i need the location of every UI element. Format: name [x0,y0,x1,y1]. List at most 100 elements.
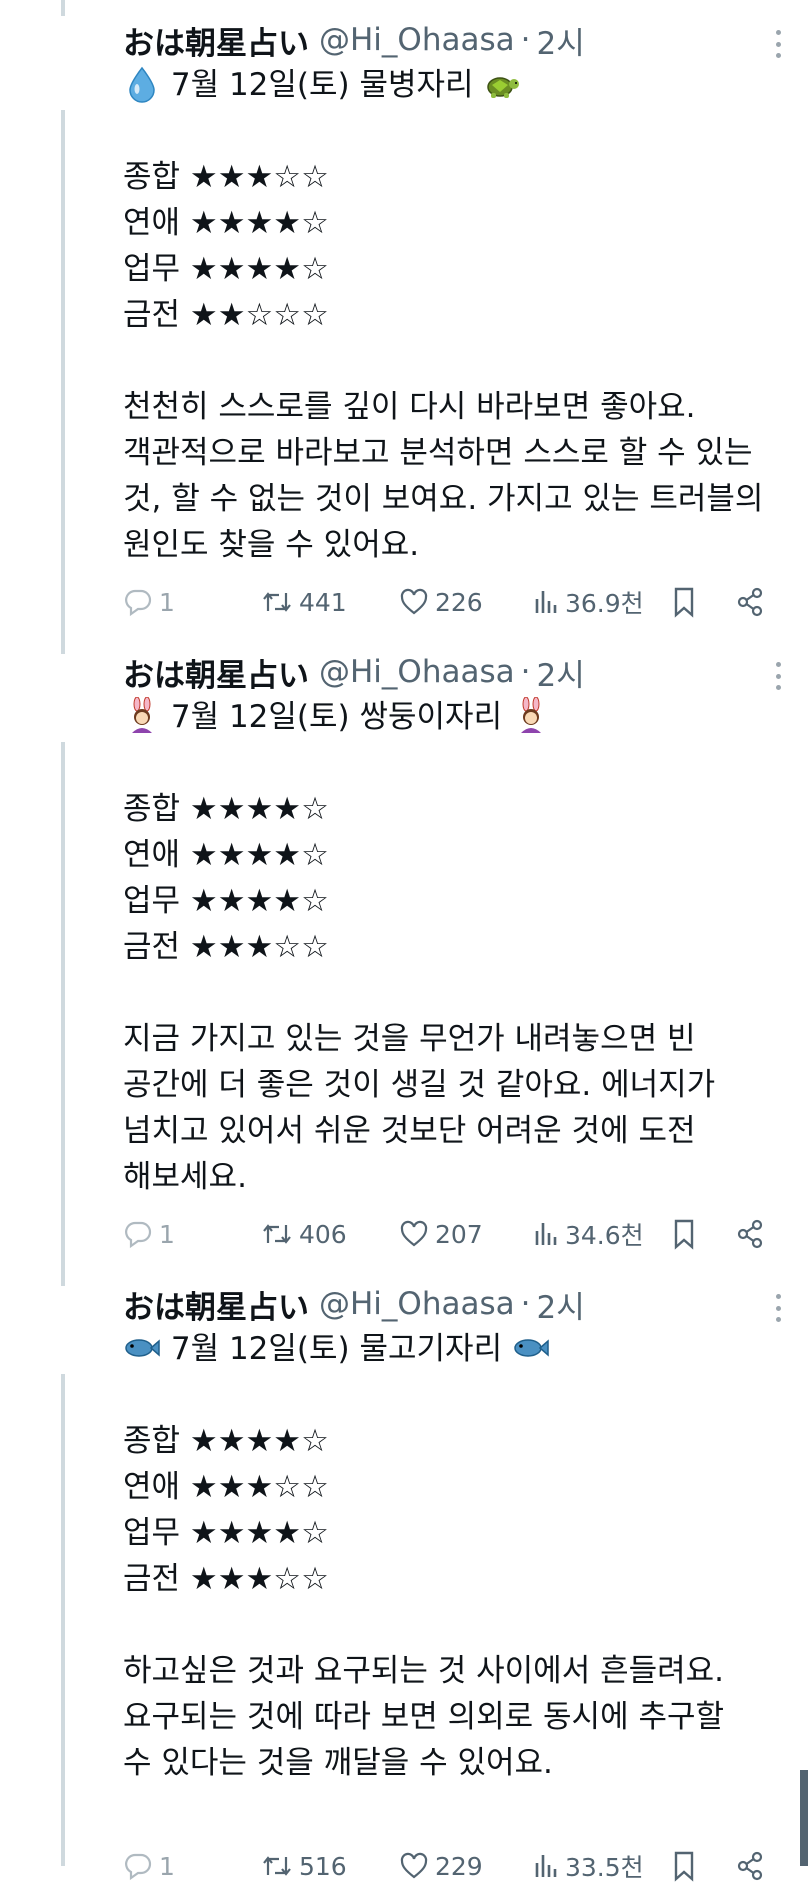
views-button[interactable]: 36.9천 [533,582,644,622]
views-icon [535,1855,557,1877]
reply-button[interactable]: 1 [123,1846,175,1886]
share-button[interactable] [735,582,765,622]
rating-row: 금전 ★★☆☆☆ [123,292,803,338]
rating-row: 금전 ★★★☆☆ [123,924,803,970]
tweet-timestamp[interactable]: 2시 [536,650,584,695]
rating-stars: ★★★★☆ [189,837,329,873]
text-line: 원인도 찾을 수 있어요. [123,527,420,563]
action-bar: 1 441 226 36.9천 [123,582,773,622]
rating-label: 금전 [123,1561,181,1597]
text-line: 것, 할 수 없는 것이 보여요. 가지고 있는 트러블의 [123,481,764,517]
views-button[interactable]: 33.5천 [533,1846,644,1886]
thread-line [61,0,65,16]
retweet-button[interactable]: 441 [261,582,347,622]
tweet-text: 7월 12일(토) 물병자리 종합 ★★★☆☆ 연애 ★★★★☆ 업무 ★★★★… [123,62,803,568]
bunny-girls-icon [123,696,161,735]
tweet-header: おは朝星占い @Hi_Ohaasa · 2시 [123,18,793,62]
text-line: 객관적으로 바라보고 분석하면 스스로 할 수 있는 [123,435,753,471]
share-button[interactable] [735,1214,765,1254]
thread-line [61,110,65,654]
heart-icon [400,1220,428,1247]
retweet-button[interactable]: 516 [261,1846,347,1886]
rating-stars: ★★★★☆ [189,1515,329,1551]
share-button[interactable] [735,1846,765,1886]
rating-row: 업무 ★★★★☆ [123,1510,803,1556]
tweet-timestamp[interactable]: 2시 [536,1282,584,1327]
rating-stars: ★★★★☆ [189,883,329,919]
tweet[interactable]: おは朝星占い @Hi_Ohaasa · 2시 7월 12일(토) 쌍둥이자리 종… [123,632,793,1264]
rating-stars: ★★★★☆ [189,205,329,241]
bookmark-button[interactable] [671,582,697,622]
share-icon [737,587,763,617]
rating-label: 종합 [123,159,181,195]
author-handle[interactable]: @Hi_Ohaasa [319,1286,515,1322]
tweet-timestamp[interactable]: 2시 [536,18,584,63]
rating-label: 종합 [123,1423,181,1459]
text-line: 수 있다는 것을 깨달을 수 있어요. [123,1745,553,1781]
rating-row: 종합 ★★★☆☆ [123,154,803,200]
bookmark-icon [674,1219,694,1250]
rating-stars: ★★☆☆☆ [189,297,329,333]
more-options-icon[interactable] [773,1294,783,1322]
like-button[interactable]: 207 [399,1214,483,1254]
author-name[interactable]: おは朝星占い [123,18,309,63]
views-button[interactable]: 34.6천 [533,1214,644,1254]
bookmark-icon [674,587,694,618]
view-count: 33.5천 [565,1853,644,1882]
reply-button[interactable]: 1 [123,1214,175,1254]
date-sign-line: 7월 12일(토) 물병자리 [170,67,474,103]
tweet[interactable]: おは朝星占い @Hi_Ohaasa · 2시 7월 12일(토) 물고기자리 종… [123,1264,793,1896]
thread-line [61,1374,65,1866]
rating-label: 금전 [123,929,181,965]
share-icon [737,1851,763,1881]
like-count: 207 [435,1219,483,1249]
retweet-icon [263,1224,291,1244]
retweet-count: 406 [299,1219,347,1249]
reply-icon [125,1221,152,1249]
tweet[interactable]: おは朝星占い @Hi_Ohaasa · 2시 7월 12일(토) 물병자리 종합… [123,0,793,632]
separator-dot: · [520,654,531,690]
rating-label: 업무 [123,883,181,919]
rating-row: 업무 ★★★★☆ [123,878,803,924]
tweet-text: 7월 12일(토) 물고기자리 종합 ★★★★☆ 연애 ★★★☆☆ 업무 ★★★… [123,1326,803,1786]
action-bar: 1 406 207 34.6천 [123,1214,773,1254]
rating-row: 연애 ★★★★☆ [123,200,803,246]
like-button[interactable]: 229 [399,1846,483,1886]
like-count: 229 [435,1851,483,1881]
more-options-icon[interactable] [773,30,783,58]
reply-button[interactable]: 1 [123,582,175,622]
retweet-button[interactable]: 406 [261,1214,347,1254]
rating-stars: ★★★☆☆ [189,929,329,965]
retweet-count: 441 [299,587,347,617]
more-options-icon[interactable] [773,662,783,690]
tweet-header: おは朝星占い @Hi_Ohaasa · 2시 [123,1282,793,1326]
author-name[interactable]: おは朝星占い [123,650,309,695]
rating-row: 종합 ★★★★☆ [123,786,803,832]
text-line: 공간에 더 좋은 것이 생길 것 같아요. 에너지가 [123,1067,716,1103]
action-bar: 1 516 229 33.5천 [123,1846,773,1886]
author-handle[interactable]: @Hi_Ohaasa [319,22,515,58]
retweet-icon [263,1856,291,1876]
rating-label: 연애 [123,1469,181,1505]
bookmark-button[interactable] [671,1846,697,1886]
rating-stars: ★★★☆☆ [189,1561,329,1597]
text-line: 넘치고 있어서 쉬운 것보단 어려운 것에 도전 [123,1113,696,1149]
reply-icon [125,1853,152,1881]
rating-stars: ★★★★☆ [189,251,329,287]
bookmark-button[interactable] [671,1214,697,1254]
retweet-count: 516 [299,1851,347,1881]
rating-label: 연애 [123,837,181,873]
author-handle[interactable]: @Hi_Ohaasa [319,654,515,690]
rating-stars: ★★★☆☆ [189,159,329,195]
heart-icon [400,588,428,615]
date-sign-line: 7월 12일(토) 쌍둥이자리 [170,699,503,735]
views-icon [535,1223,557,1245]
fish-icon [123,1329,161,1367]
text-line: 하고싶은 것과 요구되는 것 사이에서 흔들려요. [123,1653,725,1689]
rating-stars: ★★★☆☆ [189,1469,329,1505]
fish-icon [512,1329,550,1367]
author-name[interactable]: おは朝星占い [123,1282,309,1327]
separator-dot: · [520,22,531,58]
like-button[interactable]: 226 [399,582,483,622]
reply-count: 1 [159,1219,175,1249]
